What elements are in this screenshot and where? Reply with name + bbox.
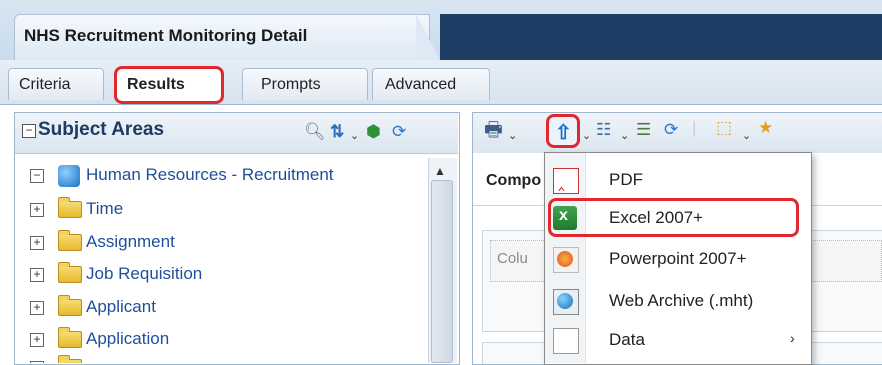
new-view-icon[interactable]: ⬚ — [716, 118, 732, 138]
expand-icon[interactable]: + — [30, 332, 44, 347]
folder-label: Application — [86, 329, 170, 348]
folder-item-application[interactable]: + Application — [30, 325, 169, 353]
submenu-arrow-icon: › — [790, 330, 795, 346]
web-archive-icon — [553, 289, 579, 315]
folder-icon — [58, 262, 82, 284]
title-tab-corner — [416, 14, 440, 60]
view-icon[interactable]: ☷ — [596, 120, 611, 140]
subject-area-root-label: Human Resources - Recruitment — [86, 165, 334, 184]
new-item-icon[interactable]: ★ — [758, 118, 773, 138]
data-file-icon — [553, 328, 579, 354]
menu-item-label: Powerpoint 2007+ — [609, 249, 747, 268]
pdf-icon: ‸ — [553, 168, 579, 194]
toolbar-separator: | — [692, 118, 697, 137]
collapse-pane-icon[interactable]: − — [22, 124, 36, 138]
folder-item-assignment[interactable]: + Assignment — [30, 228, 175, 256]
folder-icon — [58, 230, 82, 252]
tab-criteria[interactable]: Criteria — [8, 68, 104, 100]
menu-item-web-archive[interactable]: Web Archive (.mht) — [545, 281, 809, 321]
folder-icon — [58, 197, 82, 219]
folder-icon — [58, 327, 82, 349]
refresh-icon[interactable]: ⟳ — [664, 120, 678, 140]
folder-item-applicant[interactable]: + Applicant — [30, 293, 156, 321]
subject-area-cube-icon — [58, 164, 80, 187]
sort-icon[interactable]: ⇅ — [330, 122, 344, 142]
folder-item-job-requisition[interactable]: + Job Requisition — [30, 260, 202, 288]
folder-label: Time — [86, 199, 124, 218]
tab-advanced[interactable]: Advanced — [372, 68, 490, 100]
folder-icon — [58, 355, 82, 363]
tab-prompts[interactable]: Prompts — [242, 68, 368, 100]
subject-areas-title: Subject Areas — [38, 119, 165, 140]
chevron-down-icon[interactable]: ⌄ — [742, 126, 751, 146]
print-icon[interactable]: 🖶︎ — [484, 120, 503, 140]
layout-icon[interactable]: ☰ — [636, 120, 651, 140]
chevron-down-icon[interactable]: ⌄ — [508, 126, 517, 146]
folder-label: Applicant — [86, 297, 156, 316]
collapse-icon[interactable]: − — [30, 168, 44, 183]
powerpoint-icon — [553, 247, 579, 273]
refresh-icon[interactable]: ⟳ — [392, 122, 406, 142]
header-band — [440, 14, 882, 60]
chevron-down-icon[interactable]: ⌄ — [350, 126, 359, 146]
export-icon: ⇧ — [555, 122, 572, 144]
column-drop-label: Colu — [497, 250, 528, 267]
export-button[interactable]: ⇧ — [546, 114, 580, 148]
menu-item-label: Web Archive (.mht) — [609, 291, 754, 310]
menu-item-label: PDF — [609, 170, 643, 189]
folder-item-partial: + — [30, 353, 86, 363]
menu-item-pdf[interactable]: ‸ PDF — [545, 160, 809, 200]
subject-area-root[interactable]: − Human Resources - Recruitment — [30, 161, 334, 189]
compound-layout-label: Compo — [486, 172, 542, 189]
expand-icon[interactable]: + — [30, 235, 44, 250]
menu-item-label: Data — [609, 330, 645, 349]
scrollbar-thumb[interactable] — [431, 180, 453, 363]
menu-item-powerpoint[interactable]: Powerpoint 2007+ — [545, 239, 809, 279]
tab-results[interactable]: Results — [114, 66, 224, 104]
add-subject-area-icon[interactable]: ⬢ — [366, 122, 381, 142]
folder-item-time[interactable]: + Time — [30, 195, 123, 223]
search-icon[interactable]: 🔍︎ — [304, 122, 326, 142]
expand-icon[interactable]: + — [30, 267, 44, 282]
menu-item-data[interactable]: Data — [545, 320, 809, 360]
excel-highlight-box — [548, 198, 799, 237]
page-title: NHS Recruitment Monitoring Detail — [24, 26, 308, 45]
scroll-up-arrow-icon[interactable]: ▲ — [434, 164, 446, 178]
folder-icon — [58, 295, 82, 317]
chevron-down-icon[interactable]: ⌄ — [582, 126, 591, 146]
chevron-down-icon[interactable]: ⌄ — [620, 126, 629, 146]
folder-label: Job Requisition — [86, 264, 203, 283]
folder-label: Assignment — [86, 232, 175, 251]
expand-icon[interactable]: + — [30, 202, 44, 217]
expand-icon[interactable]: + — [30, 300, 44, 315]
